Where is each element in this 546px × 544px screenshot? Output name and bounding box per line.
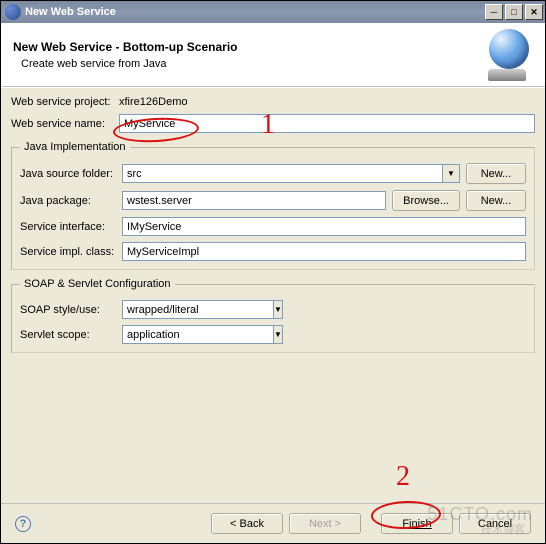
servlet-scope-label: Servlet scope: (20, 329, 116, 341)
java-package-input[interactable] (122, 191, 386, 210)
service-impl-label: Service impl. class: (20, 246, 116, 258)
soap-legend: SOAP & Servlet Configuration (20, 278, 175, 290)
page-title: New Web Service - Bottom-up Scenario (13, 40, 481, 54)
app-icon (5, 4, 21, 20)
title-bar: New Web Service ─ □ ✕ (1, 1, 545, 23)
project-value: xfire126Demo (119, 96, 187, 108)
back-button[interactable]: < Back (211, 513, 283, 534)
service-interface-input[interactable] (122, 217, 526, 236)
minimize-button[interactable]: ─ (485, 4, 503, 20)
source-folder-dropdown-icon[interactable]: ▼ (443, 164, 460, 183)
maximize-button[interactable]: □ (505, 4, 523, 20)
service-name-label: Web service name: (11, 118, 119, 130)
servlet-scope-combo[interactable] (122, 325, 274, 344)
java-implementation-group: Java Implementation Java source folder: … (11, 141, 535, 270)
wizard-body: Web service project: xfire126Demo Web se… (1, 87, 545, 505)
java-package-browse-button[interactable]: Browse... (392, 190, 460, 211)
source-folder-new-button[interactable]: New... (466, 163, 526, 184)
java-package-label: Java package: (20, 195, 116, 207)
service-name-input[interactable] (119, 114, 535, 133)
soap-servlet-group: SOAP & Servlet Configuration SOAP style/… (11, 278, 535, 353)
window-title: New Web Service (25, 6, 485, 18)
source-folder-combo[interactable] (122, 164, 443, 183)
java-package-new-button[interactable]: New... (466, 190, 526, 211)
help-icon[interactable]: ? (15, 516, 31, 532)
service-interface-label: Service interface: (20, 221, 116, 233)
soap-style-label: SOAP style/use: (20, 304, 116, 316)
servlet-scope-dropdown-icon[interactable]: ▼ (274, 325, 283, 344)
close-button[interactable]: ✕ (525, 4, 543, 20)
finish-button[interactable]: Finish (381, 513, 453, 534)
cancel-button[interactable]: Cancel (459, 513, 531, 534)
project-label: Web service project: (11, 96, 119, 108)
page-subtitle: Create web service from Java (21, 58, 481, 70)
source-folder-label: Java source folder: (20, 168, 116, 180)
soap-style-combo[interactable] (122, 300, 274, 319)
service-impl-input[interactable] (122, 242, 526, 261)
globe-icon (489, 29, 529, 69)
wizard-header: New Web Service - Bottom-up Scenario Cre… (1, 23, 545, 87)
wizard-image (481, 29, 533, 81)
next-button: Next > (289, 513, 361, 534)
wizard-footer: ? < Back Next > Finish Cancel (1, 503, 545, 543)
soap-style-dropdown-icon[interactable]: ▼ (274, 300, 283, 319)
java-impl-legend: Java Implementation (20, 141, 130, 153)
